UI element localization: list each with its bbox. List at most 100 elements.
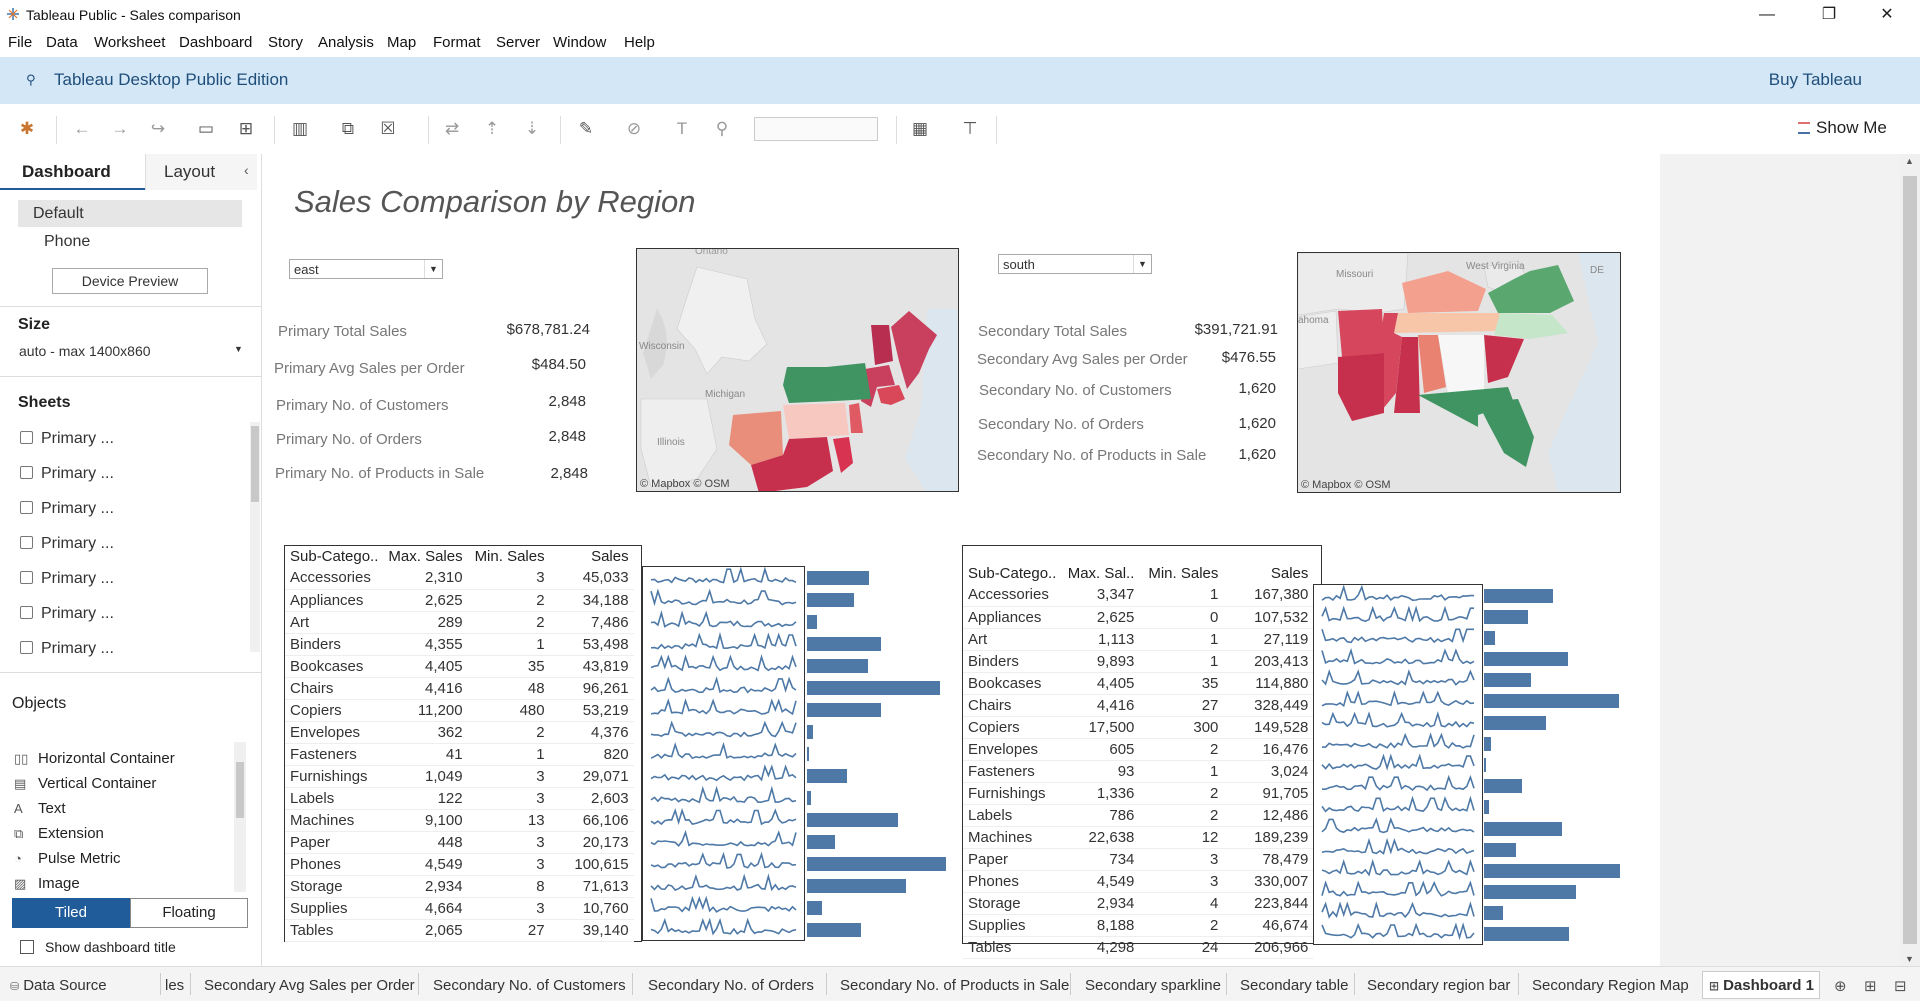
bar-copiers[interactable] (807, 703, 881, 717)
primary-region-map[interactable]: Ontario Wisconsin Michigan Illinois © Ma… (636, 248, 959, 492)
restore-button[interactable]: ❐ (1806, 0, 1852, 30)
table-row[interactable]: Storage 2,934 8 71,613 (285, 875, 634, 898)
new-worksheet-icon[interactable]: ▥ (290, 120, 310, 138)
show-labels-icon[interactable]: T (672, 120, 692, 138)
table-row[interactable]: Chairs 4,416 48 96,261 (285, 677, 634, 700)
primary-bar-chart[interactable] (807, 567, 950, 941)
buy-tableau-link[interactable]: Buy Tableau (1769, 70, 1862, 90)
table-row[interactable]: Tables 2,065 27 39,140 (285, 919, 634, 942)
replay-icon[interactable]: ↪ (148, 120, 168, 138)
bar-paper[interactable] (1484, 842, 1517, 857)
close-button[interactable]: ✕ (1864, 0, 1910, 30)
secondary-bar-chart[interactable] (1484, 585, 1624, 945)
sheet-tab[interactable]: Secondary No. of Products in Sale (840, 977, 1069, 994)
save-icon[interactable]: ▭ (196, 120, 216, 138)
show-title-checkbox[interactable] (20, 940, 34, 954)
bar-storage[interactable] (1484, 885, 1577, 900)
sort-descending-icon[interactable]: ⇣ (522, 120, 542, 138)
object-vertical-container[interactable]: ▤ Vertical Container (14, 775, 156, 792)
bar-fasteners[interactable] (1484, 758, 1486, 772)
group-members-icon[interactable]: ⊘ (624, 120, 644, 138)
sheet-item[interactable]: Primary ... (20, 500, 114, 518)
table-row[interactable]: Fasteners 41 1 820 (285, 743, 634, 766)
table-row[interactable]: Copiers 11,200 480 53,219 (285, 699, 634, 722)
new-worksheet-tab-icon[interactable]: ⊕ (1834, 977, 1847, 995)
bar-bookcases[interactable] (807, 659, 868, 673)
bar-copiers[interactable] (1484, 715, 1546, 730)
size-dropdown-icon[interactable]: ▼ (234, 344, 243, 354)
table-header[interactable]: Min. Sales (468, 546, 550, 567)
table-row[interactable]: Supplies 4,664 3 10,760 (285, 897, 634, 920)
menu-file[interactable]: File (8, 34, 32, 51)
fix-axes-icon[interactable]: ⚲ (712, 120, 732, 138)
show-cards-icon[interactable]: ▦ (910, 120, 930, 138)
bar-appliances[interactable] (807, 593, 855, 607)
table-row[interactable]: Furnishings 1,336 2 91,705 (963, 782, 1314, 805)
menu-format[interactable]: Format (433, 34, 481, 51)
table-row[interactable]: Appliances 2,625 2 34,188 (285, 589, 634, 612)
clear-sheet-icon[interactable]: ☒ (378, 120, 398, 138)
table-row[interactable]: Art 289 2 7,486 (285, 611, 634, 634)
menu-server[interactable]: Server (496, 34, 540, 51)
device-preview-button[interactable]: Device Preview (52, 268, 208, 294)
menu-window[interactable]: Window (553, 34, 606, 51)
bar-binders[interactable] (1484, 652, 1568, 667)
table-row[interactable]: Labels 122 3 2,603 (285, 787, 634, 810)
object-horizontal-container[interactable]: ▯▯ Horizontal Container (14, 750, 175, 767)
fit-selector[interactable] (754, 117, 878, 141)
table-row[interactable]: Copiers 17,500 300 149,528 (963, 716, 1314, 739)
bar-tables[interactable] (807, 923, 862, 937)
device-phone[interactable]: Phone (44, 233, 90, 251)
bar-appliances[interactable] (1484, 609, 1529, 624)
table-header[interactable]: Min. Sales (1139, 563, 1223, 584)
sheet-item[interactable]: Primary ... (20, 570, 114, 588)
bar-chairs[interactable] (807, 681, 940, 695)
new-story-tab-icon[interactable]: ⊟ (1894, 977, 1907, 995)
bar-accessories[interactable] (1484, 588, 1553, 603)
table-row[interactable]: Appliances 2,625 0 107,532 (963, 606, 1314, 629)
tab-dashboard-1[interactable]: ⊞ Dashboard 1 (1702, 971, 1820, 999)
primary-subcategory-table[interactable]: Sub-Catego.. Max. Sales Min. Sales Sales… (284, 545, 642, 942)
size-selector[interactable]: auto - max 1400x860 (19, 343, 151, 359)
bar-bookcases[interactable] (1484, 673, 1532, 688)
table-row[interactable]: Art 1,113 1 27,119 (963, 628, 1314, 651)
menu-worksheet[interactable]: Worksheet (94, 34, 165, 51)
table-row[interactable]: Phones 4,549 3 100,615 (285, 853, 634, 876)
canvas-vertical-scrollbar[interactable]: ▲ ▼ (1900, 154, 1920, 966)
bar-furnishings[interactable] (807, 769, 848, 783)
table-header[interactable]: Sales (1223, 563, 1313, 584)
table-row[interactable]: Binders 9,893 1 203,413 (963, 650, 1314, 673)
table-row[interactable]: Supplies 8,188 2 46,674 (963, 914, 1314, 937)
objects-scrollbar[interactable] (234, 742, 246, 892)
object-image[interactable]: ▨ Image (14, 875, 80, 892)
bar-art[interactable] (1484, 630, 1496, 645)
primary-region-dropdown[interactable]: east ▼ (289, 259, 443, 279)
tiled-toggle[interactable]: Tiled (12, 898, 130, 928)
table-row[interactable]: Envelopes 605 2 16,476 (963, 738, 1314, 761)
bar-phones[interactable] (807, 857, 946, 871)
sheet-item[interactable]: Primary ... (20, 430, 114, 448)
table-header[interactable]: Sub-Catego.. (285, 546, 383, 567)
secondary-region-dropdown[interactable]: south ▼ (998, 254, 1152, 274)
table-row[interactable]: Bookcases 4,405 35 114,880 (963, 672, 1314, 695)
new-dashboard-tab-icon[interactable]: ⊞ (1864, 977, 1877, 995)
bar-furnishings[interactable] (1484, 779, 1522, 794)
table-header[interactable]: Max. Sales (383, 546, 467, 567)
bar-labels[interactable] (1484, 800, 1490, 815)
table-row[interactable]: Chairs 4,416 27 328,449 (963, 694, 1314, 717)
new-data-source-icon[interactable]: ⊞ (236, 120, 256, 138)
menu-help[interactable]: Help (624, 34, 655, 51)
bar-supplies[interactable] (1484, 906, 1504, 921)
table-row[interactable]: Phones 4,549 3 330,007 (963, 870, 1314, 893)
bar-accessories[interactable] (807, 571, 870, 585)
table-row[interactable]: Fasteners 93 1 3,024 (963, 760, 1314, 783)
bar-envelopes[interactable] (807, 725, 814, 739)
bar-labels[interactable] (807, 791, 811, 805)
sheets-scrollbar[interactable] (250, 422, 260, 652)
table-row[interactable]: Machines 9,100 13 66,106 (285, 809, 634, 832)
table-header[interactable]: Sales (550, 546, 634, 567)
table-header[interactable]: Max. Sal.. (1061, 563, 1139, 584)
tableau-home-icon[interactable]: ✱ (17, 120, 37, 138)
table-row[interactable]: Bookcases 4,405 35 43,819 (285, 655, 634, 678)
table-row[interactable]: Labels 786 2 12,486 (963, 804, 1314, 827)
